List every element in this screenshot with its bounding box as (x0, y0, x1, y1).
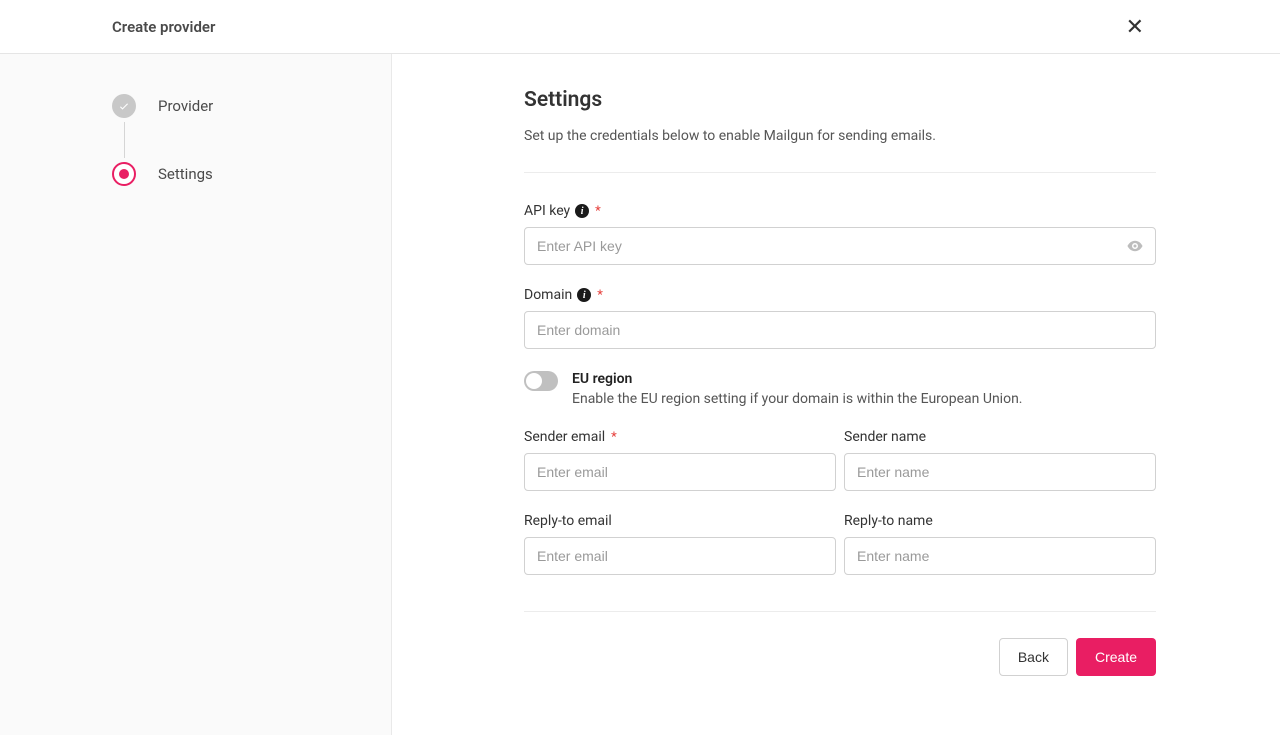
info-icon[interactable]: i (577, 288, 591, 302)
field-eu-region: EU region Enable the EU region setting i… (524, 371, 1156, 407)
api-key-label: API key (524, 203, 570, 219)
wizard-step-label: Settings (158, 165, 213, 183)
field-api-key: API key i * (524, 203, 1156, 265)
eye-icon[interactable] (1126, 237, 1144, 255)
sender-email-label: Sender email (524, 429, 605, 445)
info-icon[interactable]: i (575, 204, 589, 218)
required-asterisk: * (611, 430, 617, 445)
wizard-step-provider[interactable]: Provider (112, 94, 391, 118)
eu-region-label: EU region (572, 371, 1023, 387)
close-button[interactable]: ✕ (1122, 12, 1148, 42)
radio-active-icon (112, 162, 136, 186)
sender-name-input[interactable] (844, 453, 1156, 491)
sender-name-label: Sender name (844, 429, 926, 445)
reply-to-name-input[interactable] (844, 537, 1156, 575)
close-icon: ✕ (1126, 14, 1144, 39)
create-button[interactable]: Create (1076, 638, 1156, 676)
field-domain: Domain i * (524, 287, 1156, 349)
field-reply-to-email: Reply-to email (524, 513, 836, 575)
divider (524, 172, 1156, 173)
reply-to-name-label: Reply-to name (844, 513, 933, 529)
reply-to-email-input[interactable] (524, 537, 836, 575)
api-key-input[interactable] (524, 227, 1156, 265)
eu-region-toggle[interactable] (524, 371, 558, 391)
wizard-connector (124, 122, 125, 158)
sender-email-input[interactable] (524, 453, 836, 491)
page-description: Set up the credentials below to enable M… (524, 128, 1156, 144)
field-sender-name: Sender name (844, 429, 1156, 491)
required-asterisk: * (597, 288, 603, 303)
page-title: Settings (524, 88, 1156, 112)
eu-region-description: Enable the EU region setting if your dom… (572, 391, 1023, 407)
wizard-step-label: Provider (158, 97, 213, 115)
back-button[interactable]: Back (999, 638, 1068, 676)
wizard-step-settings[interactable]: Settings (112, 162, 391, 186)
field-reply-to-name: Reply-to name (844, 513, 1156, 575)
field-sender-email: Sender email * (524, 429, 836, 491)
reply-to-email-label: Reply-to email (524, 513, 612, 529)
required-asterisk: * (595, 204, 601, 219)
domain-input[interactable] (524, 311, 1156, 349)
modal-title: Create provider (112, 18, 215, 36)
wizard-sidebar: Provider Settings (0, 54, 392, 735)
check-icon (112, 94, 136, 118)
domain-label: Domain (524, 287, 572, 303)
divider (524, 611, 1156, 612)
